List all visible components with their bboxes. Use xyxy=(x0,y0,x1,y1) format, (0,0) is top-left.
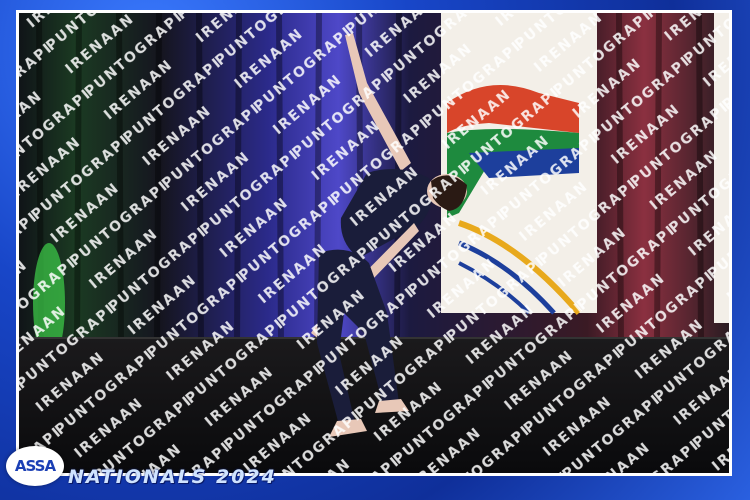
dance-scene xyxy=(19,13,729,473)
stage-photo: IRENAAN PUNTOGRAPHY xyxy=(16,10,732,476)
assa-logo: ASSA xyxy=(6,446,64,486)
photo-frame: IRENAAN PUNTOGRAPHY ASSA NATIONALS 2024 xyxy=(0,0,750,500)
logo-text: ASSA xyxy=(14,457,56,475)
event-title: NATIONALS 2024 xyxy=(68,466,277,488)
